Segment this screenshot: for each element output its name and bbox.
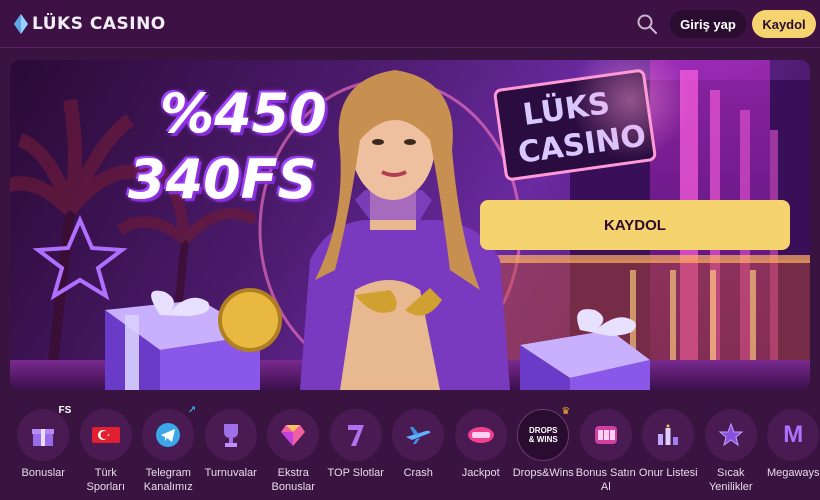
category-bar: FS Bonuslar Türk Sporları ↗ Telegram Kan… [0,400,820,500]
register-button[interactable]: Kaydol [752,10,816,38]
megaways-icon: M [783,421,804,448]
category-label: Bonuslar [21,467,65,479]
category-label: Turnuvalar [204,467,257,479]
gift-icon [32,429,55,446]
category-turnuvalar[interactable]: Turnuvalar [200,400,263,500]
category-jackpot[interactable]: Jackpot [450,400,513,500]
category-label: Türk Sporları [86,467,126,493]
category-megaways[interactable]: M Megaways [762,400,820,500]
category-crash[interactable]: Crash [387,400,450,500]
category-label: Ekstra Bonuslar [271,467,315,493]
category-telegram[interactable]: ↗ Telegram Kanalımız [137,400,200,500]
category-turk-sporlari[interactable]: Türk Sporları [75,400,138,500]
site-logo[interactable]: LÜKS CASINO [14,13,166,35]
fs-badge: FS [58,405,72,416]
jackpot-icon [467,427,494,443]
category-label: Megaways [766,467,820,479]
category-label: Drops&Wins [512,467,574,479]
search-button[interactable] [636,13,658,35]
arrow-badge-icon: ↗ [187,405,197,416]
slot-seven-icon [347,425,364,446]
diamond-logo-icon [14,14,28,34]
telegram-icon [156,423,181,447]
airplane-icon [406,427,431,444]
category-label: Jackpot [461,467,500,479]
category-label: Crash [403,467,433,479]
category-top-slotlar[interactable]: TOP Slotlar [325,400,388,500]
trophy-icon [223,424,238,447]
crown-badge-icon: ♛ [561,406,571,417]
drops-wins-icon: DROPS & WINS [528,426,558,444]
category-label: Sıcak Yenilikler [708,467,753,493]
category-bonus-satin-al[interactable]: Bonus Satın Al [575,400,638,500]
category-onur-listesi[interactable]: Onur Listesi [637,400,700,500]
search-icon [637,14,657,34]
banner-register-button[interactable]: KAYDOL [480,200,790,250]
login-button[interactable]: Giriş yap [670,10,746,38]
leaderboard-icon [658,424,679,445]
top-bar: LÜKS CASINO Giriş yap Kaydol [0,0,820,48]
logo-text: LÜKS CASINO [32,14,166,34]
turkey-flag-icon [91,427,120,443]
category-label: TOP Slotlar [327,467,384,479]
category-bonuslar[interactable]: FS Bonuslar [12,400,75,500]
category-sicak-yenilikler[interactable]: Sıcak Yenilikler [700,400,763,500]
star-icon [718,422,744,447]
category-label: Telegram Kanalımız [143,467,193,493]
category-ekstra-bonuslar[interactable]: Ekstra Bonuslar [262,400,325,500]
category-label: Onur Listesi [638,467,698,479]
promo-banner[interactable]: LÜKS CASINO %450 340FS KAYDOL [10,60,810,390]
promo-free-spins: 340FS [128,148,317,211]
slot-machine-icon [594,426,617,444]
promo-percent: %450 [160,82,327,145]
category-drops-wins[interactable]: DROPS & WINS ♛ Drops&Wins [512,400,575,500]
diamond-icon [281,425,306,446]
neon-star-icon [32,214,128,301]
category-label: Bonus Satın Al [575,467,636,493]
